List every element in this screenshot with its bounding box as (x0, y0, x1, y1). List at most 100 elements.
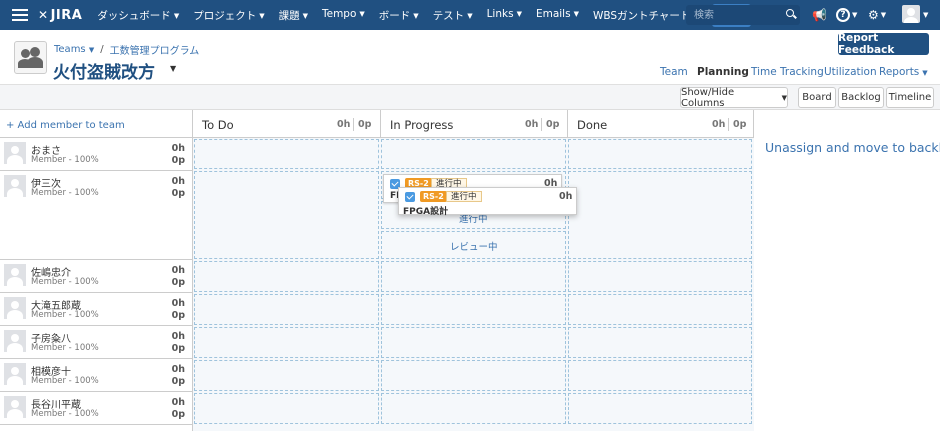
board-cell[interactable] (194, 171, 379, 259)
breadcrumb-separator: / (100, 44, 104, 55)
avatar (4, 330, 26, 352)
column-points: 0p (546, 119, 560, 130)
board-cell[interactable] (568, 171, 752, 259)
member-row[interactable]: 大滝五郎蔵 Member - 100% 0h 0p (0, 293, 193, 326)
avatar (4, 142, 26, 164)
chevron-down-icon: ▼ (573, 9, 579, 18)
chevron-down-icon: ▼ (781, 93, 787, 102)
timeline-view-button[interactable]: Timeline (886, 87, 934, 108)
chevron-down-icon: ▼ (516, 9, 522, 18)
card-title: FPGA設計 (403, 207, 449, 217)
settings-menu[interactable]: ⚙ ▼ (868, 0, 886, 30)
member-row[interactable]: 伊三次 Member - 100% 0h 0p (0, 171, 193, 260)
board-cell[interactable] (194, 393, 379, 424)
nav-issues[interactable]: 課題 ▼ (272, 8, 315, 23)
board-cell[interactable] (194, 360, 379, 391)
member-role: Member - 100% (31, 343, 99, 353)
member-points: 0p (171, 188, 185, 199)
avatar (4, 363, 26, 385)
nav-links[interactable]: Links ▼ (480, 8, 529, 23)
tab-utilization[interactable]: Utilization (824, 66, 877, 78)
chevron-down-icon: ▼ (88, 46, 95, 54)
breadcrumb: Teams ▼ / 工数管理プログラム (54, 42, 199, 57)
board-cell[interactable] (194, 294, 379, 325)
megaphone-icon[interactable]: 📢 (812, 0, 827, 30)
chevron-down-icon[interactable]: ▼ (923, 11, 928, 19)
board-cell[interactable] (381, 294, 566, 325)
backlog-view-button[interactable]: Backlog (838, 87, 884, 108)
member-hours: 0h (171, 397, 185, 408)
chevron-down-icon: ▼ (259, 11, 265, 20)
dragging-issue-card[interactable]: RS-2 進行中 0h FPGA設計 (398, 187, 577, 217)
board-cell[interactable] (568, 261, 752, 292)
tab-planning[interactable]: Planning (697, 66, 749, 78)
task-icon (405, 192, 415, 202)
chevron-down-icon: ▼ (302, 11, 308, 20)
member-row[interactable]: おまさ Member - 100% 0h 0p (0, 138, 193, 171)
column-title: In Progress (390, 118, 454, 132)
member-row[interactable]: 佐嶋忠介 Member - 100% 0h 0p (0, 260, 193, 293)
board-cell[interactable] (194, 327, 379, 358)
nav-test[interactable]: テスト ▼ (426, 8, 480, 23)
nav-projects[interactable]: プロジェクト ▼ (186, 8, 271, 23)
tab-team[interactable]: Team (660, 66, 688, 78)
member-row[interactable]: 子房粂八 Member - 100% 0h 0p (0, 326, 193, 359)
avatar (4, 175, 26, 197)
nav-tempo[interactable]: Tempo ▼ (315, 8, 372, 23)
nav-boards[interactable]: ボード ▼ (372, 8, 426, 23)
board-view-button[interactable]: Board (798, 87, 836, 108)
jira-logo[interactable]: ✕ JIRA (38, 8, 82, 23)
board-cell[interactable] (194, 139, 379, 169)
board-cell[interactable] (568, 327, 752, 358)
help-icon: ? (836, 8, 850, 22)
menu-icon[interactable] (12, 9, 28, 21)
nav-emails[interactable]: Emails ▼ (529, 8, 586, 23)
jira-logo-text: JIRA (50, 7, 83, 23)
member-row[interactable]: 長谷川平蔵 Member - 100% 0h 0p (0, 392, 193, 425)
board-cell[interactable] (381, 327, 566, 358)
unassign-backlog-dropzone[interactable]: Unassign and move to backlog (765, 140, 940, 155)
member-row[interactable]: 相模彦十 Member - 100% 0h 0p (0, 359, 193, 392)
member-role: Member - 100% (31, 310, 99, 320)
member-points: 0p (171, 277, 185, 288)
search-input[interactable] (686, 5, 800, 25)
add-member-button[interactable]: + Add member to team (6, 120, 125, 131)
report-feedback-button[interactable]: Report Feedback (838, 32, 929, 56)
help-menu[interactable]: ? ▼ (836, 0, 857, 30)
column-hours: 0h (337, 119, 351, 130)
member-points: 0p (171, 310, 185, 321)
breadcrumb-teams[interactable]: Teams ▼ (54, 44, 94, 55)
board-cell[interactable] (381, 393, 566, 424)
board-cell[interactable] (568, 393, 752, 424)
sub-status-review[interactable]: レビュー中 (450, 239, 498, 253)
member-hours: 0h (171, 331, 185, 342)
search-icon[interactable] (786, 9, 794, 17)
board-cell[interactable] (568, 360, 752, 391)
board-cell[interactable] (381, 360, 566, 391)
user-avatar[interactable] (902, 5, 920, 23)
status-badge: 進行中 (446, 191, 482, 202)
gear-icon: ⚙ (868, 8, 879, 22)
member-points: 0p (171, 376, 185, 387)
member-role: Member - 100% (31, 409, 99, 419)
board-cell[interactable] (568, 294, 752, 325)
tab-reports[interactable]: Reports ▼ (879, 66, 928, 78)
chevron-down-icon: ▼ (467, 11, 473, 20)
show-hide-columns-button[interactable]: Show/Hide Columns ▼ (680, 87, 788, 109)
chevron-down-icon: ▼ (413, 11, 419, 20)
column-points: 0p (358, 119, 372, 130)
chevron-down-icon: ▼ (880, 11, 887, 19)
chevron-down-icon: ▼ (852, 11, 858, 19)
column-title: To Do (202, 118, 234, 132)
member-hours: 0h (171, 364, 185, 375)
nav-dashboard[interactable]: ダッシュボード ▼ (90, 8, 186, 23)
board-cell[interactable] (381, 139, 566, 169)
board-cell[interactable] (381, 261, 566, 292)
tab-time-tracking[interactable]: Time Tracking (751, 66, 824, 78)
board-cell[interactable] (194, 261, 379, 292)
column-points: 0p (733, 119, 747, 130)
breadcrumb-program[interactable]: 工数管理プログラム (110, 42, 200, 57)
board-cell[interactable] (568, 139, 752, 169)
board-toolbar: Show/Hide Columns ▼ Board Backlog Timelin… (0, 84, 940, 110)
column-title: Done (577, 118, 608, 132)
